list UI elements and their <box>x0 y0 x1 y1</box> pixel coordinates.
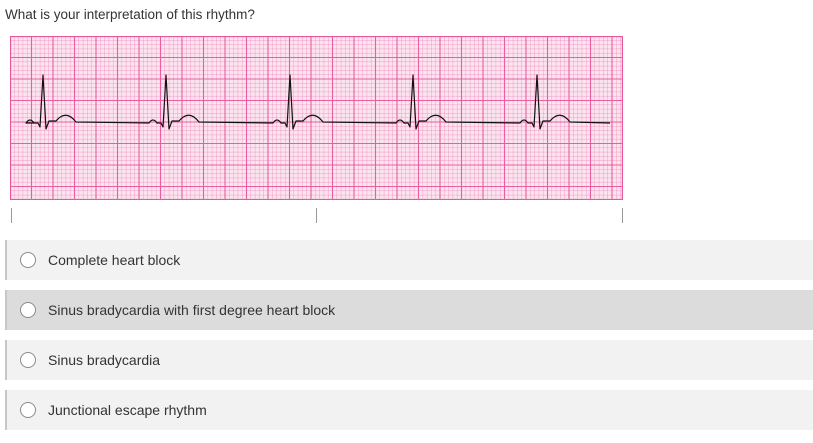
ecg-rhythm-strip-image <box>10 36 623 200</box>
answer-option-sinus-bradycardia[interactable]: Sinus bradycardia <box>5 340 813 380</box>
ecg-paper-background <box>10 36 623 200</box>
answer-option-sinus-bradycardia-first-degree-block[interactable]: Sinus bradycardia with first degree hear… <box>5 290 813 330</box>
radio-button[interactable] <box>20 402 36 418</box>
answer-option-junctional-escape-rhythm[interactable]: Junctional escape rhythm <box>5 390 813 430</box>
answer-option-label: Junctional escape rhythm <box>48 402 207 418</box>
radio-button[interactable] <box>20 302 36 318</box>
answer-option-label: Sinus bradycardia <box>48 352 161 368</box>
radio-button[interactable] <box>20 252 36 268</box>
scale-tick-middle <box>316 208 317 223</box>
answer-option-complete-heart-block[interactable]: Complete heart block <box>5 240 813 280</box>
scale-tick-left <box>11 208 12 223</box>
radio-button[interactable] <box>20 352 36 368</box>
answer-option-label: Complete heart block <box>48 252 181 268</box>
answer-option-label: Sinus bradycardia with first degree hear… <box>48 302 336 318</box>
scale-tick-right <box>622 208 623 223</box>
question-text: What is your interpretation of this rhyt… <box>5 7 255 22</box>
quiz-question: What is your interpretation of this rhyt… <box>0 0 813 443</box>
answer-options: Complete heart block Sinus bradycardia w… <box>5 240 813 440</box>
ecg-strip <box>10 36 623 200</box>
